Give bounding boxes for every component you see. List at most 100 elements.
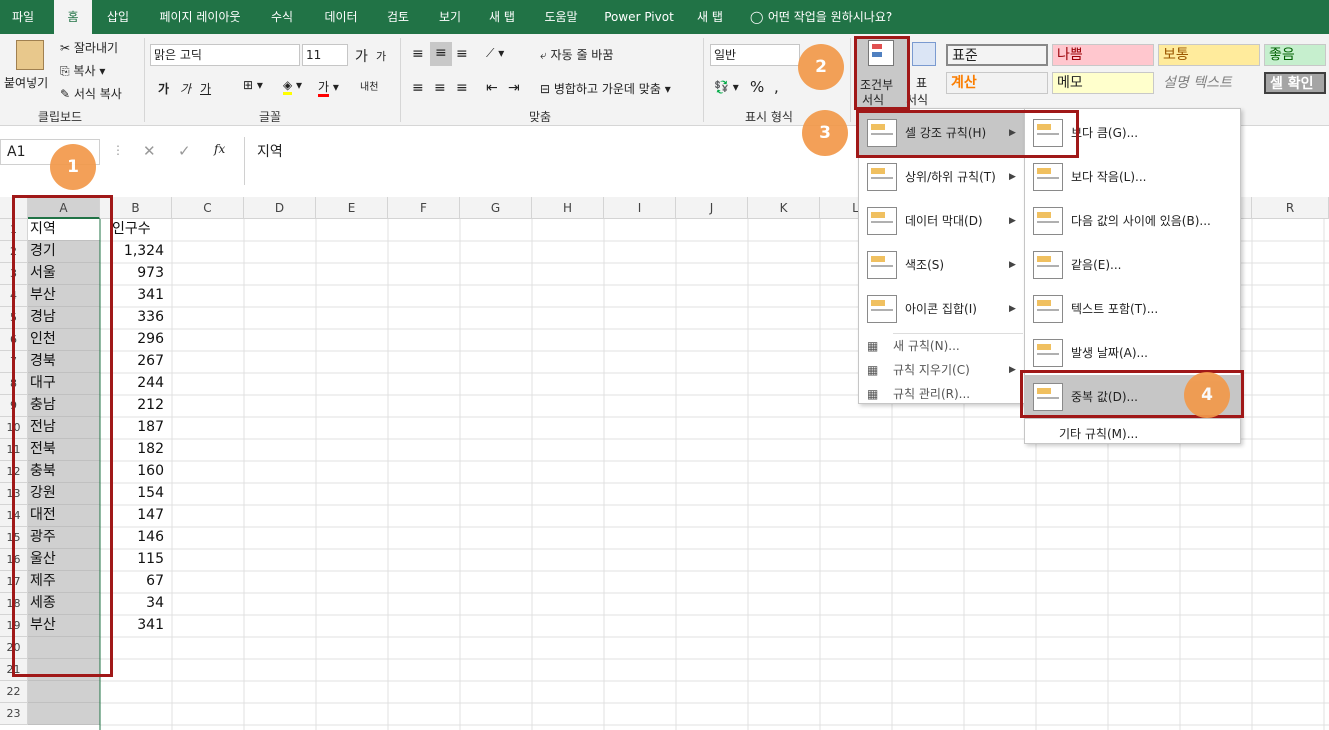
cf-menu-item-icon	[867, 163, 897, 191]
border-icon: ⊞	[243, 78, 254, 92]
align-center-icon[interactable]: ≡	[434, 80, 446, 96]
style-neutral[interactable]: 보통	[1158, 44, 1260, 66]
more-rules-item[interactable]: 기타 규칙(M)...	[1059, 425, 1138, 442]
merge-icon: ⊟	[540, 82, 554, 96]
number-format-combo[interactable]: 일반	[710, 44, 800, 66]
highlight-rule-item[interactable]: 보다 작음(L)...	[1025, 155, 1240, 199]
callout-2: 2	[798, 44, 844, 90]
format-painter-button[interactable]: ✎ 서식 복사	[60, 85, 122, 102]
cf-menu-item[interactable]: 데이터 막대(D) ▶	[859, 199, 1025, 243]
number-group-label: 표시 형식	[745, 110, 793, 124]
align-bottom-icon[interactable]: ≡	[456, 46, 468, 62]
comma-button[interactable]: ,	[774, 78, 779, 96]
insert-function-icon[interactable]: fx	[214, 142, 225, 156]
tell-me-box[interactable]: ◯ 어떤 작업을 원하시나요?	[750, 0, 930, 34]
divider	[703, 38, 704, 122]
cf-menu-item-icon	[867, 207, 897, 235]
style-bad[interactable]: 나쁨	[1052, 44, 1154, 66]
cf-menu-item[interactable]: 색조(S) ▶	[859, 243, 1025, 287]
align-top-icon[interactable]: ≡	[412, 46, 424, 62]
style-normal[interactable]: 표준	[946, 44, 1048, 66]
table-format-label-1: 표	[916, 76, 928, 90]
fill-color-button[interactable]: ◈ ▾	[283, 78, 302, 95]
increase-indent-icon[interactable]: ⇥	[508, 80, 520, 96]
tab-insert[interactable]: 삽입	[98, 0, 138, 34]
style-good[interactable]: 좋음	[1264, 44, 1326, 66]
highlight-rule-label: 보다 작음(L)...	[1071, 170, 1147, 184]
highlight-rule-icon	[1033, 251, 1063, 279]
highlight-rule-icon	[1033, 295, 1063, 323]
increase-font-button[interactable]: 가	[355, 46, 368, 66]
merge-center-button[interactable]: ⊟ 병합하고 가운데 맞춤 ▾	[540, 80, 671, 97]
callout-1: 1	[50, 144, 96, 190]
divider	[850, 38, 851, 122]
format-painter-label: 서식 복사	[73, 87, 122, 101]
highlight-rule-label: 다음 값의 사이에 있음(B)...	[1071, 214, 1211, 228]
font-name-combo[interactable]: 맑은 고딕	[150, 44, 300, 66]
tab-review[interactable]: 검토	[378, 0, 418, 34]
bold-button[interactable]: 가	[158, 80, 169, 97]
align-right-icon[interactable]: ≡	[456, 80, 468, 96]
tab-file[interactable]: 파일	[0, 0, 46, 34]
cf-menu-item[interactable]: 상위/하위 규칙(T) ▶	[859, 155, 1025, 199]
highlight-box-1	[12, 195, 113, 677]
enter-icon[interactable]: ✓	[178, 142, 191, 160]
paste-icon[interactable]	[16, 40, 44, 70]
accounting-format-button[interactable]: 💱 ▾	[714, 80, 739, 94]
highlight-rule-item[interactable]: 텍스트 포함(T)...	[1025, 287, 1240, 331]
tab-power-pivot[interactable]: Power Pivot	[600, 0, 678, 34]
copy-button[interactable]: ⎘ 복사 ▾	[60, 62, 105, 79]
lightbulb-icon: ◯	[750, 10, 764, 24]
wrap-text-button[interactable]: ⤶ 자동 줄 바꿈	[540, 46, 613, 63]
paste-button[interactable]: 붙여넣기	[4, 74, 48, 91]
tab-data[interactable]: 데이터	[316, 0, 366, 34]
tab-new-2[interactable]: 새 탭	[690, 0, 730, 34]
highlight-rule-item[interactable]: 발생 날짜(A)...	[1025, 331, 1240, 375]
highlight-rule-label: 발생 날짜(A)...	[1071, 346, 1148, 360]
cancel-icon[interactable]: ✕	[143, 142, 156, 160]
cut-button[interactable]: ✂ 잘라내기	[60, 39, 118, 56]
cf-menu-small-item[interactable]: ▦ 규칙 관리(R)...	[859, 383, 1025, 405]
style-note[interactable]: 메모	[1052, 72, 1154, 94]
rule-icon: ▦	[867, 387, 879, 401]
percent-button[interactable]: %	[750, 78, 764, 96]
more-options-icon[interactable]: ⋮	[112, 143, 124, 157]
align-left-icon[interactable]: ≡	[412, 80, 424, 96]
submenu-arrow-icon: ▶	[1009, 172, 1016, 182]
highlight-rule-label: 보다 큼(G)...	[1071, 126, 1139, 140]
highlight-rule-item[interactable]: 다음 값의 사이에 있음(B)...	[1025, 199, 1240, 243]
clipboard-group-label: 클립보드	[37, 110, 83, 124]
border-button[interactable]: ⊞ ▾	[243, 78, 263, 92]
highlight-rule-item[interactable]: 같음(E)...	[1025, 243, 1240, 287]
tab-page-layout[interactable]: 페이지 레이아웃	[150, 0, 250, 34]
style-calculation[interactable]: 계산	[946, 72, 1048, 94]
font-size-combo[interactable]: 11	[302, 44, 348, 66]
tab-formulas[interactable]: 수식	[262, 0, 302, 34]
cf-menu-item-label: 데이터 막대(D)	[905, 214, 983, 228]
submenu-arrow-icon: ▶	[1009, 260, 1016, 270]
tab-new-1[interactable]: 새 탭	[482, 0, 522, 34]
format-as-table-button[interactable]: 표 서식	[906, 36, 940, 108]
align-middle-button[interactable]: ≡	[430, 42, 452, 66]
cf-menu-small-item[interactable]: ▦ 규칙 지우기(C) ▶	[859, 359, 1025, 381]
style-explanatory[interactable]: 설명 텍스트	[1158, 72, 1260, 94]
tab-help[interactable]: 도움말	[536, 0, 586, 34]
cf-menu-item-label: 색조(S)	[905, 258, 945, 272]
decrease-indent-icon[interactable]: ⇤	[486, 80, 498, 96]
orientation-icon: ⟋	[486, 46, 495, 60]
tab-view[interactable]: 보기	[430, 0, 470, 34]
orientation-button[interactable]: ⟋ ▾	[486, 46, 504, 61]
callout-3: 3	[802, 110, 848, 156]
rule-icon: ▦	[867, 363, 879, 377]
phonetic-button[interactable]: 내천	[360, 78, 378, 93]
decrease-font-button[interactable]: 가	[376, 48, 386, 64]
tab-home[interactable]: 홈	[54, 0, 92, 34]
style-check-cell[interactable]: 셀 확인	[1264, 72, 1326, 94]
cf-menu-small-label: 규칙 지우기(C)	[893, 363, 970, 377]
underline-button[interactable]: 가	[200, 80, 211, 97]
cf-menu-small-item[interactable]: ▦ 새 규칙(N)...	[859, 335, 1025, 357]
italic-button[interactable]: 가	[180, 80, 191, 97]
font-color-button[interactable]: 가 ▾	[318, 78, 339, 97]
menu-divider	[893, 333, 1023, 334]
cf-menu-item[interactable]: 아이콘 집합(I) ▶	[859, 287, 1025, 331]
